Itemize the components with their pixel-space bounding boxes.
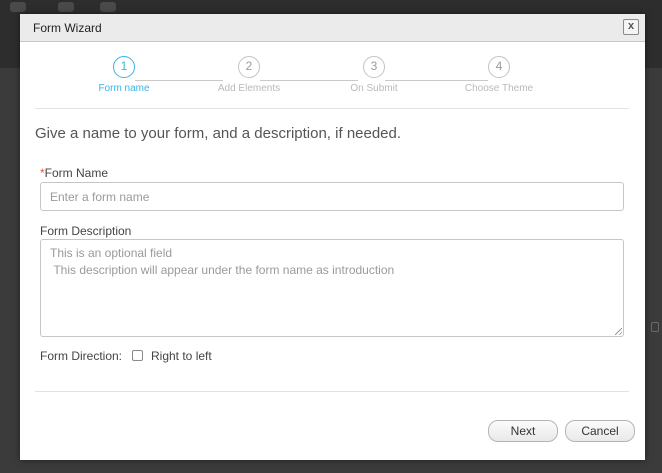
wizard-stepper: 1 Form name 2 Add Elements 3 On Submit 4… bbox=[20, 42, 645, 102]
close-button[interactable]: x bbox=[623, 19, 639, 35]
form-description-label: Form Description bbox=[40, 224, 132, 238]
step-label: Choose Theme bbox=[464, 83, 534, 94]
divider bbox=[35, 108, 629, 109]
next-button[interactable]: Next bbox=[488, 420, 558, 442]
background-icon bbox=[10, 2, 26, 12]
right-to-left-label[interactable]: Right to left bbox=[151, 349, 212, 363]
right-to-left-checkbox[interactable] bbox=[132, 350, 143, 361]
step-number: 2 bbox=[238, 56, 260, 78]
step-label: Form name bbox=[98, 83, 150, 94]
intro-text: Give a name to your form, and a descript… bbox=[35, 125, 402, 142]
background-icon bbox=[58, 2, 74, 12]
form-direction-label: Form Direction: bbox=[40, 349, 123, 363]
background-icon bbox=[100, 2, 116, 12]
form-name-input[interactable] bbox=[40, 182, 624, 211]
form-name-label-text: Form Name bbox=[44, 166, 109, 180]
step-number: 1 bbox=[113, 56, 135, 78]
step-label: Add Elements bbox=[217, 83, 281, 94]
form-description-textarea[interactable] bbox=[40, 239, 624, 337]
step-connector bbox=[385, 80, 488, 81]
form-name-label: *Form Name bbox=[40, 166, 108, 180]
step-label: On Submit bbox=[350, 83, 398, 94]
form-wizard-dialog: Form Wizard x 1 Form name 2 Add Elements… bbox=[20, 14, 645, 460]
divider bbox=[35, 391, 629, 392]
step-number: 3 bbox=[363, 56, 385, 78]
cancel-button[interactable]: Cancel bbox=[565, 420, 635, 442]
background-handle bbox=[651, 322, 659, 332]
dialog-header: Form Wizard x bbox=[20, 14, 645, 42]
resize-handle-icon[interactable] bbox=[615, 328, 622, 335]
step-connector bbox=[135, 80, 223, 81]
dialog-title: Form Wizard bbox=[33, 21, 102, 35]
step-number: 4 bbox=[488, 56, 510, 78]
step-connector bbox=[260, 80, 358, 81]
